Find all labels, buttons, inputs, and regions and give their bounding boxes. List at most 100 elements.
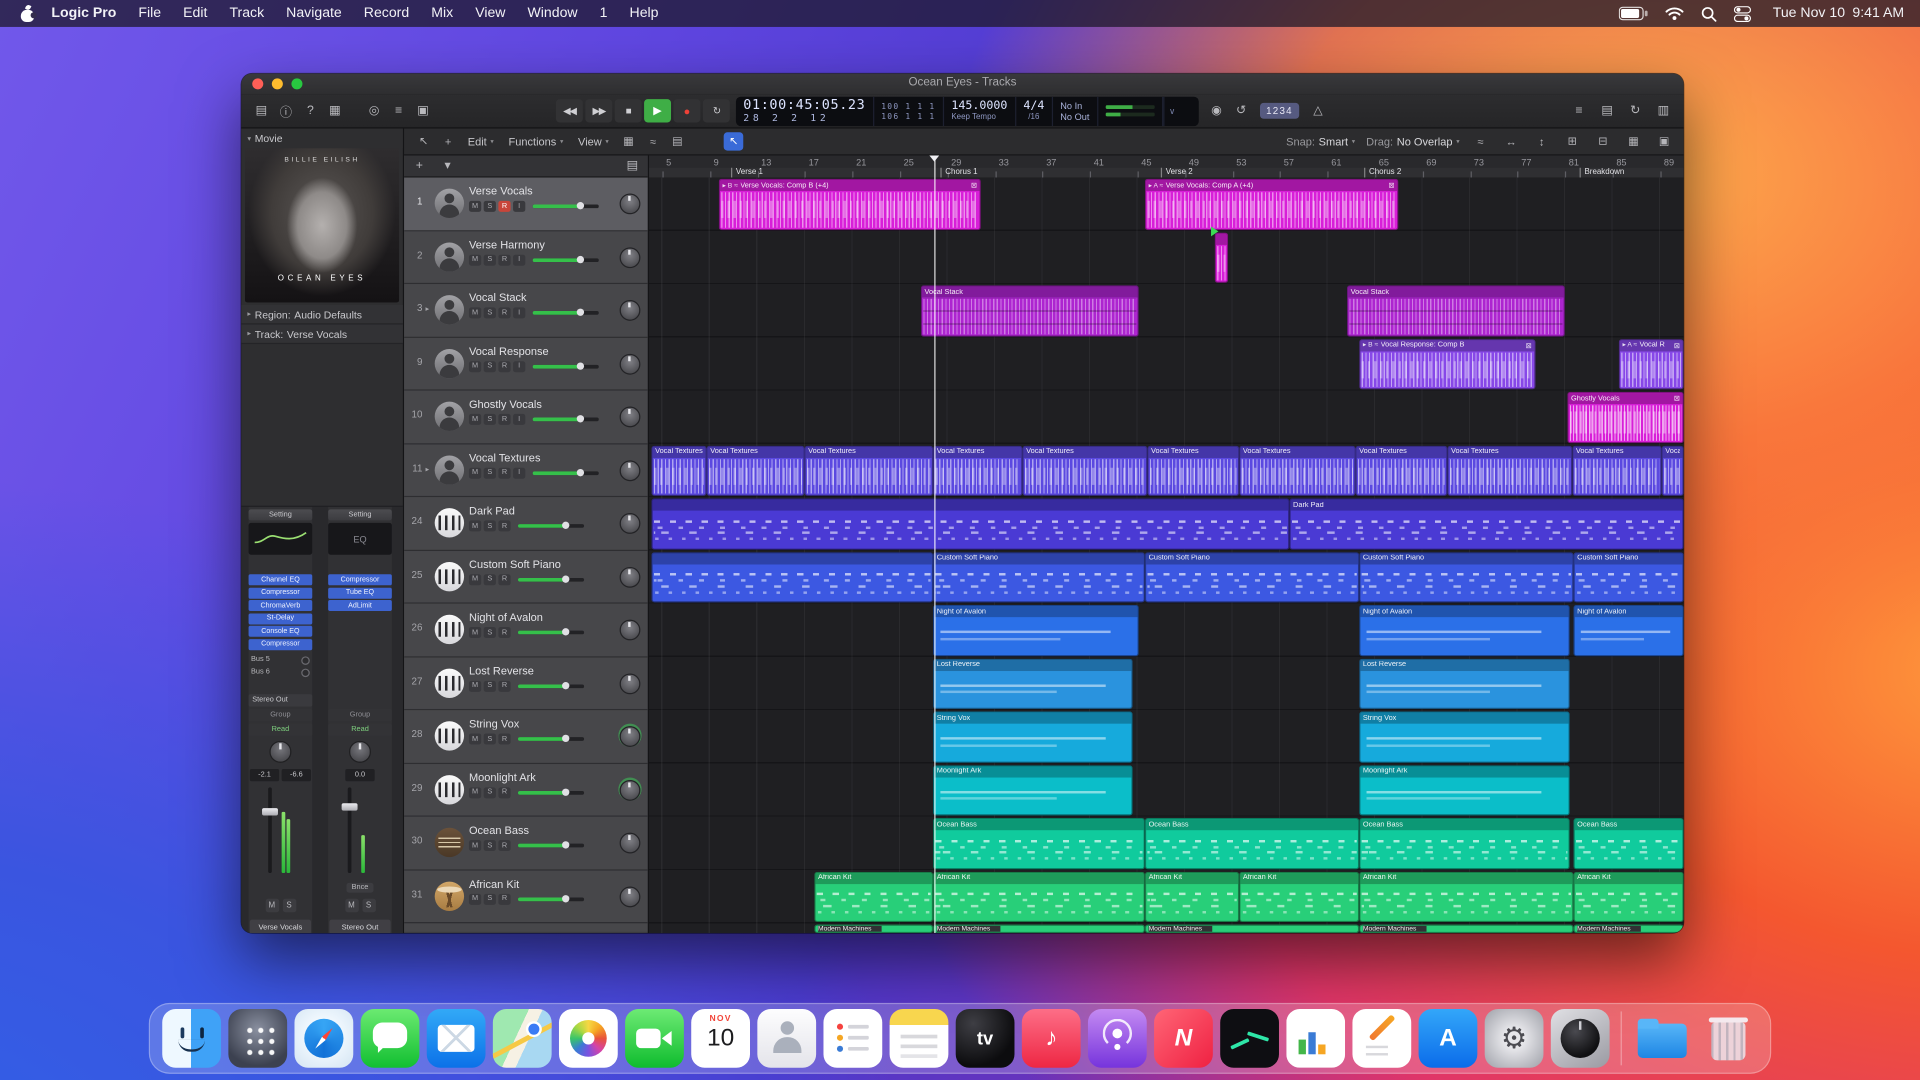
track-record-enable-button[interactable]: R — [498, 627, 510, 638]
dock-notes[interactable] — [890, 1009, 949, 1068]
volume-slider[interactable] — [533, 471, 599, 475]
arrangement-marker-breakdown[interactable]: Breakdown — [1580, 168, 1625, 178]
send-knob[interactable] — [301, 656, 310, 665]
dock-safari[interactable] — [294, 1009, 353, 1068]
transport-play-button[interactable]: ▶ — [644, 99, 671, 122]
region-ocean-bass[interactable]: Ocean Bass — [1145, 818, 1359, 869]
volume-slider[interactable] — [518, 684, 584, 688]
region-moonlight-ark[interactable]: Moonlight Ark — [1359, 765, 1570, 816]
strip-group-button[interactable]: Group — [328, 709, 392, 721]
track-solo-button[interactable]: S — [484, 733, 496, 744]
track-solo-button[interactable]: S — [484, 574, 496, 585]
list-editors-icon[interactable]: ≡ — [1569, 100, 1590, 122]
menu-1[interactable]: 1 — [589, 6, 619, 21]
menu-mix[interactable]: Mix — [420, 6, 464, 21]
zoom-horizontal-icon[interactable]: ↔ — [1501, 132, 1521, 150]
dock-photos[interactable] — [559, 1009, 618, 1068]
transport-forward-button[interactable]: ▶▶ — [585, 99, 612, 122]
volume-slider[interactable] — [533, 418, 599, 422]
region-african-kit[interactable]: African Kit — [1573, 871, 1683, 922]
pan-knob[interactable] — [620, 566, 641, 587]
dock-app-store[interactable]: A — [1419, 1009, 1478, 1068]
strip-automation-button[interactable]: Read — [328, 724, 392, 736]
apple-loops-icon[interactable]: ↻ — [1625, 100, 1646, 122]
control-center-icon[interactable] — [1734, 6, 1751, 22]
volume-slider[interactable] — [518, 524, 584, 528]
zoom-vertical-icon[interactable]: ↕ — [1532, 132, 1552, 150]
editors-icon[interactable]: ▣ — [413, 100, 434, 122]
volume-slider[interactable] — [533, 258, 599, 262]
track-mute-button[interactable]: M — [469, 467, 481, 478]
track-record-enable-button[interactable]: R — [498, 467, 510, 478]
region-verse-vocals-comp-a-4[interactable]: ▸ A ≈Verse Vocals: Comp A (+4)⊠ — [1145, 179, 1398, 230]
fader-thumb[interactable] — [262, 808, 278, 815]
pan-knob[interactable] — [620, 353, 641, 374]
track-record-enable-button[interactable]: R — [498, 307, 510, 318]
region-african-kit[interactable]: African Kit — [1239, 871, 1359, 922]
region-modern-machines[interactable]: Modern Machines — [1359, 924, 1573, 933]
region-vocal-textures[interactable]: Vocal Textures — [651, 445, 706, 496]
track-input-monitor-button[interactable]: I — [513, 201, 525, 212]
region-string-vox[interactable]: String Vox — [1359, 711, 1570, 762]
track-header-african-kit[interactable]: 31African KitMSR — [404, 870, 648, 923]
pan-knob[interactable] — [620, 193, 641, 214]
region-vocal-textures[interactable]: Vocal Textures — [707, 445, 805, 496]
strip-mute-button[interactable]: M — [265, 899, 278, 912]
dock-reminders[interactable] — [823, 1009, 882, 1068]
plugin-slot-compressor[interactable]: Compressor — [249, 639, 313, 650]
track-input-monitor-button[interactable]: I — [513, 361, 525, 372]
track-mute-button[interactable]: M — [469, 361, 481, 372]
volume-slider[interactable] — [518, 790, 584, 794]
track-mute-button[interactable]: M — [469, 893, 481, 904]
send-slot-bus-6[interactable]: Bus 6 — [249, 666, 313, 678]
dock-finder[interactable] — [162, 1009, 221, 1068]
volume-slider[interactable] — [518, 631, 584, 635]
zoom-waveform-icon[interactable]: ≈ — [1471, 132, 1491, 150]
apple-menu[interactable] — [20, 4, 36, 22]
transport-record-button[interactable]: ● — [673, 99, 700, 122]
track-solo-button[interactable]: S — [484, 520, 496, 531]
dock-contacts[interactable] — [757, 1009, 816, 1068]
dock-launchpad[interactable] — [228, 1009, 287, 1068]
track-record-enable-button[interactable]: R — [498, 201, 510, 212]
playhead[interactable] — [934, 156, 935, 934]
dock-downloads[interactable] — [1633, 1009, 1692, 1068]
volume-slider[interactable] — [518, 737, 584, 741]
dock-logic-pro[interactable] — [1551, 1009, 1610, 1068]
track-mute-button[interactable]: M — [469, 787, 481, 798]
snap-menu[interactable]: Snap:Smart▾ — [1286, 135, 1355, 147]
region-clip[interactable] — [651, 552, 933, 603]
track-header-ghostly-vocals[interactable]: 10Ghostly VocalsMSRI — [404, 391, 648, 444]
track-solo-button[interactable]: S — [484, 840, 496, 851]
stack-disclosure-icon[interactable]: ▸ — [422, 444, 432, 496]
strip-eq-thumbnail[interactable]: EQ — [328, 523, 392, 555]
plugin-slot-tube-eq[interactable]: Tube EQ — [328, 587, 392, 598]
track-record-enable-button[interactable]: R — [498, 733, 510, 744]
dock-calendar[interactable]: NOV10 — [691, 1009, 750, 1068]
region-lost-reverse[interactable]: Lost Reverse — [1359, 658, 1570, 709]
arrange-menu-view[interactable]: View▾ — [573, 135, 614, 147]
region-custom-soft-piano[interactable]: Custom Soft Piano — [1145, 552, 1359, 603]
plugin-slot-compressor[interactable]: Compressor — [328, 574, 392, 585]
region-modern-machines[interactable]: Modern Machines — [1145, 924, 1359, 933]
battery-icon[interactable] — [1618, 6, 1647, 21]
menu-file[interactable]: File — [127, 6, 172, 21]
lcd-display[interactable]: 01:00:45:05.23 28 2 2 12 100 1 1 1 106 1… — [736, 96, 1199, 125]
region-vocal-textures[interactable]: Vocal Textures — [1356, 445, 1448, 496]
track-header-string-vox[interactable]: 28String VoxMSR — [404, 710, 648, 763]
arrangement-marker-chorus-1[interactable]: Chorus 1 — [940, 168, 977, 178]
timeline-ruler[interactable]: 5913172125293337414549535761656973778185… — [649, 156, 1684, 179]
arrangement-marker-verse-2[interactable]: Verse 2 — [1161, 168, 1193, 178]
track-header-verse-harmony[interactable]: 2Verse HarmonyMSRI — [404, 231, 648, 284]
region-loop-icon[interactable]: ⊠ — [971, 181, 977, 190]
menu-view[interactable]: View — [464, 6, 516, 21]
pan-knob[interactable] — [620, 726, 641, 747]
mixer-icon[interactable]: ≡ — [388, 100, 409, 122]
pan-knob[interactable] — [620, 620, 641, 641]
volume-slider[interactable] — [518, 897, 584, 901]
dock-trash[interactable] — [1699, 1009, 1758, 1068]
pan-knob[interactable] — [269, 741, 291, 763]
track-mute-button[interactable]: M — [469, 840, 481, 851]
track-header-night-of-avalon[interactable]: 26Night of AvalonMSR — [404, 604, 648, 657]
region-ocean-bass[interactable]: Ocean Bass — [933, 818, 1145, 869]
